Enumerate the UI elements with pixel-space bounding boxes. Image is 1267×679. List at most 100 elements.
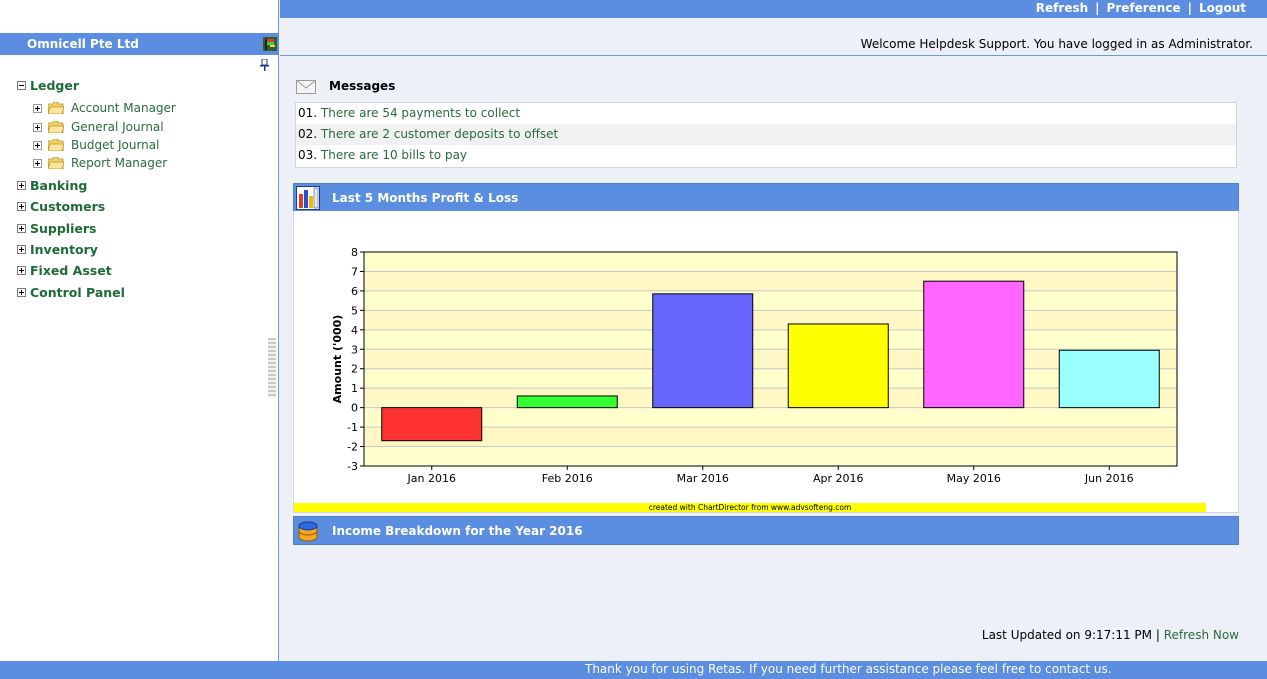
expand-icon[interactable] — [17, 244, 26, 254]
message-item: 03. There are 10 bills to pay — [296, 145, 1236, 166]
plot-band — [364, 310, 1177, 330]
bar-chart-icon — [296, 186, 320, 210]
expand-icon[interactable] — [33, 103, 42, 113]
message-number: 01. — [298, 106, 318, 120]
message-number: 02. — [298, 127, 318, 141]
plot-band — [364, 388, 1177, 408]
y-tick-label: 4 — [351, 324, 358, 337]
header-divider — [280, 55, 1267, 56]
footer: Thank you for using Retas. If you need f… — [0, 661, 1267, 679]
messages-list: 01. There are 54 payments to collect 02.… — [295, 102, 1237, 168]
bar — [381, 407, 483, 442]
separator: | — [1095, 1, 1100, 15]
tree-label: Control Panel — [30, 284, 125, 300]
expand-icon[interactable] — [33, 158, 42, 168]
expand-icon[interactable] — [17, 223, 26, 233]
refresh-link[interactable]: Refresh — [1036, 1, 1088, 15]
bar — [1058, 349, 1160, 409]
expand-icon[interactable] — [17, 180, 26, 190]
tree-item-account-manager[interactable]: Account Manager — [33, 100, 176, 116]
top-links: Refresh | Preference | Logout — [1036, 1, 1246, 15]
chart-credit: created with ChartDirector from www.advs… — [294, 503, 1206, 512]
profit-loss-chart: -3 -2 -1 0 1 2 3 4 5 6 7 8 Jan 2016 Feb 2016 Mar 2016 A… — [293, 211, 1239, 513]
x-tick-label: Feb 2016 — [542, 472, 593, 485]
expand-icon[interactable] — [33, 140, 42, 150]
sidebar: Omnicell Pte Ltd Ledger Account Manager … — [0, 0, 279, 661]
sidebar-resize-handle[interactable] — [268, 338, 276, 398]
y-tick-label: 6 — [351, 285, 358, 298]
footer-text: Thank you for using Retas. If you need f… — [585, 662, 1112, 676]
tree-item-budget-journal[interactable]: Budget Journal — [33, 137, 159, 153]
chart-canvas: -3 -2 -1 0 1 2 3 4 5 6 7 8 Jan 2016 Feb 2016 Mar 2016 A… — [331, 246, 1178, 485]
folder-icon — [48, 139, 64, 151]
tree-control-panel[interactable]: Control Panel — [17, 284, 125, 300]
flag-icon[interactable] — [263, 37, 277, 51]
tree-inventory[interactable]: Inventory — [17, 241, 98, 257]
separator: | — [1187, 1, 1192, 15]
bar — [516, 395, 618, 409]
expand-icon[interactable] — [17, 201, 26, 211]
folder-icon — [48, 102, 64, 114]
company-bar: Omnicell Pte Ltd — [0, 33, 279, 55]
message-link[interactable]: There are 54 payments to collect — [321, 106, 520, 120]
top-bar: Refresh | Preference | Logout — [280, 0, 1267, 18]
y-tick-label: 0 — [351, 402, 358, 415]
expand-icon[interactable] — [17, 287, 26, 297]
preference-link[interactable]: Preference — [1107, 1, 1181, 15]
y-tick-label: 8 — [351, 246, 358, 259]
bar — [923, 280, 1025, 409]
y-tick-label: -2 — [347, 441, 358, 454]
y-tick-label: -1 — [347, 421, 358, 434]
message-item: 02. There are 2 customer deposits to off… — [296, 124, 1236, 145]
y-axis-label: Amount ('000) — [331, 315, 344, 404]
bar — [652, 293, 754, 409]
folder-icon — [48, 157, 64, 169]
panel-title: Income Breakdown for the Year 2016 — [332, 524, 583, 538]
x-tick-label: May 2016 — [947, 472, 1001, 485]
tree-label: Ledger — [30, 77, 79, 93]
message-item: 01. There are 54 payments to collect — [296, 103, 1236, 124]
database-icon — [298, 521, 318, 542]
tree-label: General Journal — [71, 120, 164, 134]
logout-link[interactable]: Logout — [1199, 1, 1246, 15]
income-breakdown-panel-header[interactable]: Income Breakdown for the Year 2016 — [293, 516, 1239, 545]
tree-label: Banking — [30, 177, 88, 193]
bar — [787, 323, 889, 409]
collapse-icon[interactable] — [17, 80, 26, 90]
refresh-now-link[interactable]: Refresh Now — [1164, 628, 1239, 642]
tree-customers[interactable]: Customers — [17, 198, 105, 214]
separator: | — [1155, 628, 1160, 642]
tree-suppliers[interactable]: Suppliers — [17, 220, 96, 236]
tree-label: Inventory — [30, 241, 98, 257]
expand-icon[interactable] — [33, 122, 42, 132]
tree-ledger[interactable]: Ledger — [17, 77, 79, 93]
x-tick-label: Jun 2016 — [1084, 472, 1134, 485]
plot-band — [364, 349, 1177, 369]
y-tick-label: 1 — [351, 382, 358, 395]
expand-icon[interactable] — [17, 265, 26, 275]
tree-label: Customers — [30, 198, 106, 214]
plot-band — [364, 271, 1177, 291]
tree-item-report-manager[interactable]: Report Manager — [33, 155, 167, 171]
envelope-icon — [296, 80, 316, 94]
tree-label: Account Manager — [71, 101, 176, 115]
tree-label: Report Manager — [71, 156, 168, 170]
messages-title: Messages — [329, 79, 396, 93]
folder-icon — [48, 121, 64, 133]
message-link[interactable]: There are 2 customer deposits to offset — [321, 127, 558, 141]
panel-title: Last 5 Months Profit & Loss — [332, 191, 519, 205]
tree-item-general-journal[interactable]: General Journal — [33, 119, 164, 135]
tree-banking[interactable]: Banking — [17, 177, 87, 193]
tree-fixed-asset[interactable]: Fixed Asset — [17, 262, 112, 278]
message-link[interactable]: There are 10 bills to pay — [321, 148, 467, 162]
tree-label: Budget Journal — [71, 138, 160, 152]
x-tick-label: Apr 2016 — [813, 472, 864, 485]
y-tick-label: 2 — [351, 363, 358, 376]
y-tick-label: 7 — [351, 265, 358, 278]
profit-loss-panel-header[interactable]: Last 5 Months Profit & Loss — [293, 183, 1239, 212]
tree-label: Fixed Asset — [30, 262, 112, 278]
y-tick-label: -3 — [347, 460, 358, 473]
pin-icon[interactable] — [260, 59, 270, 71]
company-name: Omnicell Pte Ltd — [27, 37, 139, 51]
plot-band — [364, 427, 1177, 447]
